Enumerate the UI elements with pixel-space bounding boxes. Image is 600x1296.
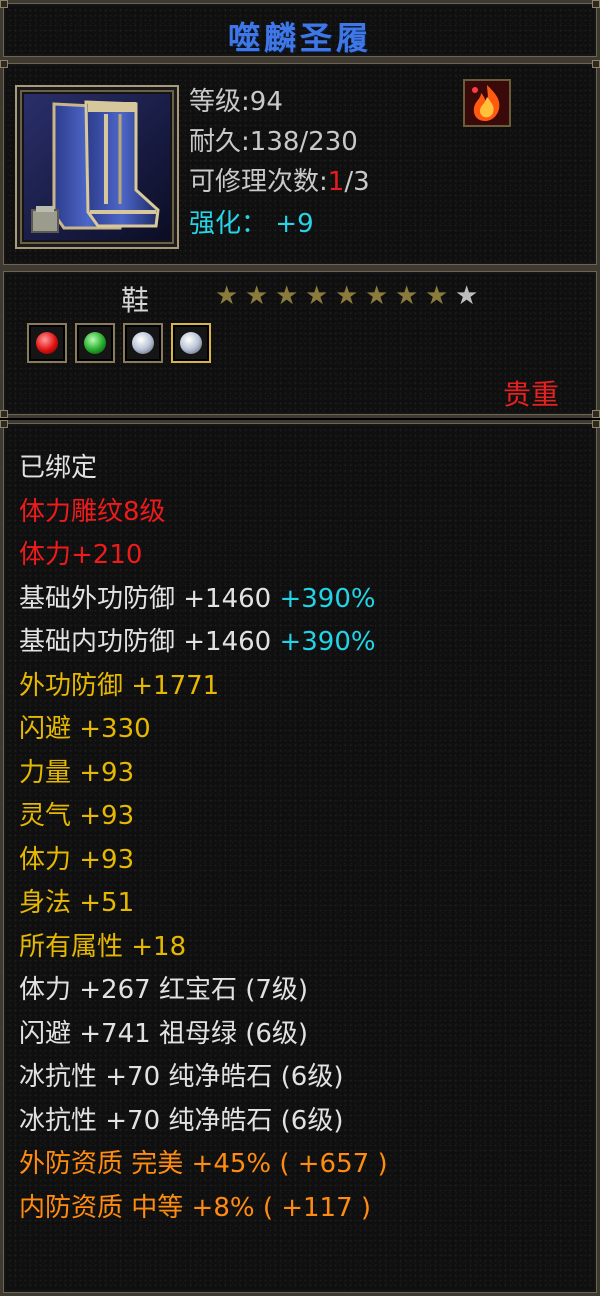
gem-socket[interactable]: [27, 323, 67, 363]
star-filled-icon: ★: [365, 281, 389, 311]
level-line: 等级:94: [189, 87, 283, 117]
attribute-text: 外防资质 完美 +45% ( +657 ): [19, 1149, 388, 1179]
gem-socket[interactable]: [123, 323, 163, 363]
attribute-line: 内防资质 中等 +8% ( +117 ): [19, 1193, 371, 1223]
frame-corner: [0, 420, 8, 428]
star-filled-icon: ★: [305, 281, 329, 311]
enhance-line: 强化： +9: [189, 209, 314, 239]
item-icon-slot[interactable]: [15, 85, 179, 249]
attribute-text: 基础内功防御 +1460: [19, 627, 280, 657]
diamond-gem-icon: [180, 332, 202, 354]
attribute-text: 体力+210: [19, 540, 143, 570]
attribute-text: 闪避 +741 祖母绿 (6级): [19, 1018, 309, 1049]
star-filled-icon: ★: [245, 281, 269, 311]
attribute-line: 冰抗性 +70 纯净皓石 (6级): [19, 1106, 344, 1136]
attribute-text: 所有属性 +18: [19, 931, 187, 962]
attribute-line: 已绑定: [19, 453, 97, 483]
fire-element-icon[interactable]: [463, 79, 511, 127]
attribute-line: 身法 +51: [19, 888, 134, 918]
attribute-text: 身法 +51: [19, 888, 135, 918]
title-bar: 噬麟圣履: [0, 0, 600, 60]
level-label: 等级: [189, 87, 242, 117]
attribute-text: +390%: [279, 627, 376, 657]
fire-element-art: [465, 81, 509, 125]
attribute-text: 体力 +93: [19, 844, 135, 875]
enhance-value: +9: [275, 209, 314, 239]
repair-current: 1: [327, 167, 345, 197]
emerald-gem-icon: [84, 332, 106, 354]
frame-corner: [592, 60, 600, 68]
level-value: 94: [249, 87, 283, 117]
attribute-text: 内防资质 中等 +8% ( +117 ): [19, 1192, 372, 1223]
item-type: 鞋: [121, 284, 150, 317]
attribute-text: +390%: [279, 583, 376, 614]
frame-corner: [0, 60, 8, 68]
star-filled-icon: ★: [425, 281, 449, 311]
attribute-line: 闪避 +330: [19, 714, 151, 744]
repair-count-line: 可修理次数:1/3: [189, 167, 370, 197]
attribute-text: 闪避 +330: [19, 714, 151, 744]
attribute-line: 体力+210: [19, 540, 142, 570]
attribute-line: 力量 +93: [19, 758, 134, 788]
rarity-label: 贵重: [502, 378, 559, 411]
star-filled-icon: ★: [335, 281, 359, 311]
attribute-text: 体力雕纹8级: [19, 496, 166, 527]
frame-corner: [592, 0, 600, 8]
item-header: 等级:94 耐久:138/230 可修理次数:1/3 强化： +9: [0, 60, 600, 268]
attribute-text: 基础外功防御 +1460: [19, 583, 280, 614]
item-title: 噬麟圣履: [227, 19, 372, 57]
attribute-text: 已绑定: [19, 453, 98, 483]
star-filled-icon: ★: [395, 281, 419, 311]
attribute-text: 外功防御 +1771: [19, 670, 220, 701]
durability-value: 138/230: [249, 127, 358, 157]
attribute-line: 冰抗性 +70 纯净皓石 (6级): [19, 1062, 344, 1092]
frame-corner: [0, 0, 8, 8]
frame-corner: [0, 410, 8, 418]
frame-corner: [592, 420, 600, 428]
durability-label: 耐久: [189, 127, 242, 157]
star-empty-icon: ★: [455, 281, 479, 311]
boot-icon: [24, 94, 170, 240]
enhance-label: 强化：: [189, 209, 268, 239]
durability-line: 耐久:138/230: [189, 127, 358, 157]
diamond-gem-icon: [132, 332, 154, 354]
attribute-panel: 已绑定 体力雕纹8级 体力+210 基础外功防御 +1460 +390% 基础内功防御 …: [0, 420, 600, 1296]
repair-max: /3: [344, 167, 370, 197]
attribute-text: 体力 +267 红宝石 (7级): [19, 975, 309, 1005]
attribute-line: 外功防御 +1771: [19, 671, 219, 701]
attribute-line: 外防资质 完美 +45% ( +657 ): [19, 1149, 388, 1179]
attribute-text: 力量 +93: [19, 757, 135, 788]
attribute-line: 体力 +267 红宝石 (7级): [19, 975, 308, 1005]
attribute-line: 闪避 +741 祖母绿 (6级): [19, 1019, 308, 1049]
attribute-text: 冰抗性 +70 纯净皓石 (6级): [19, 1062, 344, 1092]
attribute-line: 体力雕纹8级: [19, 497, 166, 527]
attribute-line: 基础内功防御 +1460 +390%: [19, 627, 376, 657]
attribute-line: 基础外功防御 +1460 +390%: [19, 584, 376, 614]
attribute-line: 灵气 +93: [19, 801, 134, 831]
attribute-line: 体力 +93: [19, 845, 134, 875]
repair-label: 可修理次数: [189, 167, 320, 197]
gem-socket[interactable]: [171, 323, 211, 363]
gem-socket[interactable]: [75, 323, 115, 363]
frame-corner: [592, 410, 600, 418]
star-filled-icon: ★: [275, 281, 299, 311]
ruby-gem-icon: [36, 332, 58, 354]
star-filled-icon: ★: [215, 281, 239, 311]
attribute-text: 灵气 +93: [19, 801, 135, 831]
attribute-text: 冰抗性 +70 纯净皓石 (6级): [19, 1105, 344, 1136]
attribute-line: 所有属性 +18: [19, 932, 186, 962]
item-info-panel: 鞋 ★ ★ ★ ★ ★ ★ ★ ★ ★ 贵重: [0, 268, 600, 418]
